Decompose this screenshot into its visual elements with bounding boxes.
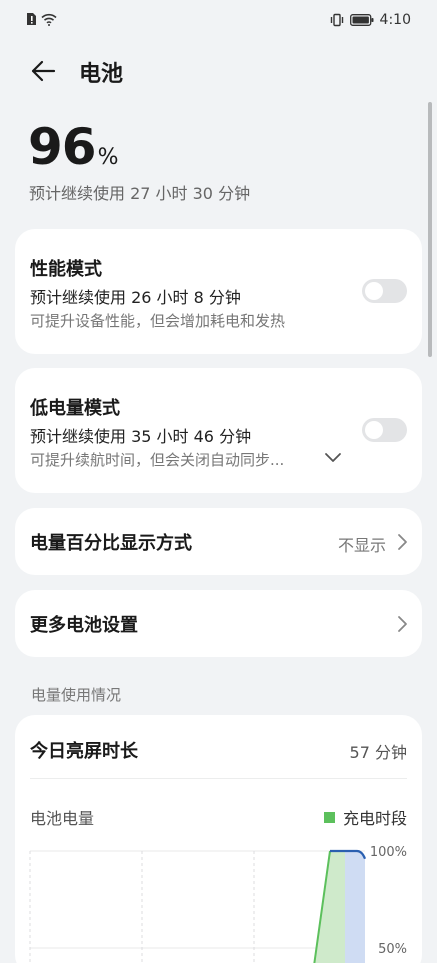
performance-mode-title: 性能模式 [30, 259, 102, 280]
back-button[interactable] [28, 56, 58, 86]
percentage-display-value: 不显示 [337, 536, 386, 555]
performance-mode-toggle[interactable] [362, 279, 407, 303]
wifi-icon [41, 13, 57, 26]
y-tick-label-50: 50% [378, 942, 407, 957]
chevron-right-icon [398, 534, 407, 550]
chevron-down-icon[interactable] [324, 451, 342, 463]
page-title: 电池 [79, 62, 124, 87]
status-icons-left [26, 12, 57, 26]
low-power-mode-card: 低电量模式 预计继续使用 35 小时 46 分钟 可提升续航时间，但会关闭自动同… [15, 368, 422, 493]
usage-section-header: 电量使用情况 [31, 686, 122, 704]
status-time: 4:10 [379, 12, 411, 28]
chevron-right-icon [398, 616, 407, 632]
arrow-left-icon [31, 60, 56, 82]
scrollbar[interactable] [428, 102, 432, 357]
performance-mode-card: 性能模式 预计继续使用 26 小时 8 分钟 可提升设备性能，但会增加耗电和发热 [15, 229, 422, 354]
battery-level-area [345, 851, 365, 963]
battery-level-chart-label: 电池电量 [30, 809, 95, 828]
y-tick-label-100: 100% [370, 845, 407, 860]
more-battery-settings-row[interactable]: 更多电池设置 [15, 590, 422, 657]
battery-level-chart[interactable]: 100% 50% [15, 840, 422, 963]
status-icons-right: 4:10 [330, 12, 411, 28]
legend-swatch-charging [323, 811, 335, 823]
vibrate-icon [330, 13, 343, 27]
low-power-mode-title: 低电量模式 [30, 398, 120, 419]
battery-usage-card: 今日亮屏时长 57 分钟 电池电量 充电时段 100% 50% [15, 715, 422, 963]
low-power-mode-toggle[interactable] [362, 418, 407, 442]
sim-alert-icon [27, 13, 36, 25]
battery-percent-value: 96 [28, 118, 97, 176]
legend-label-charging: 充电时段 [342, 809, 407, 828]
performance-mode-description: 可提升设备性能，但会增加耗电和发热 [30, 312, 286, 330]
toggle-knob [365, 421, 383, 439]
app-bar: 电池 [0, 48, 437, 92]
performance-mode-estimate: 预计继续使用 26 小时 8 分钟 [30, 288, 241, 307]
battery-remaining-time: 预计继续使用 27 小时 30 分钟 [29, 184, 251, 203]
percentage-display-row[interactable]: 电量百分比显示方式 不显示 [15, 508, 422, 575]
status-bar: 4:10 [0, 0, 437, 40]
screen-time-label: 今日亮屏时长 [30, 741, 138, 762]
battery-icon [349, 14, 374, 26]
divider [30, 778, 407, 779]
low-power-mode-estimate: 预计继续使用 35 小时 46 分钟 [30, 427, 252, 446]
battery-percentage: 96 % [28, 118, 119, 176]
low-power-mode-description: 可提升续航时间，但会关闭自动同步... [30, 451, 285, 469]
battery-percent-sign: % [97, 145, 119, 170]
percentage-display-label: 电量百分比显示方式 [30, 533, 192, 554]
toggle-knob [365, 282, 383, 300]
screen-time-value: 57 分钟 [349, 743, 407, 762]
chart-legend: 充电时段 [323, 805, 407, 829]
more-battery-settings-label: 更多电池设置 [30, 615, 138, 636]
